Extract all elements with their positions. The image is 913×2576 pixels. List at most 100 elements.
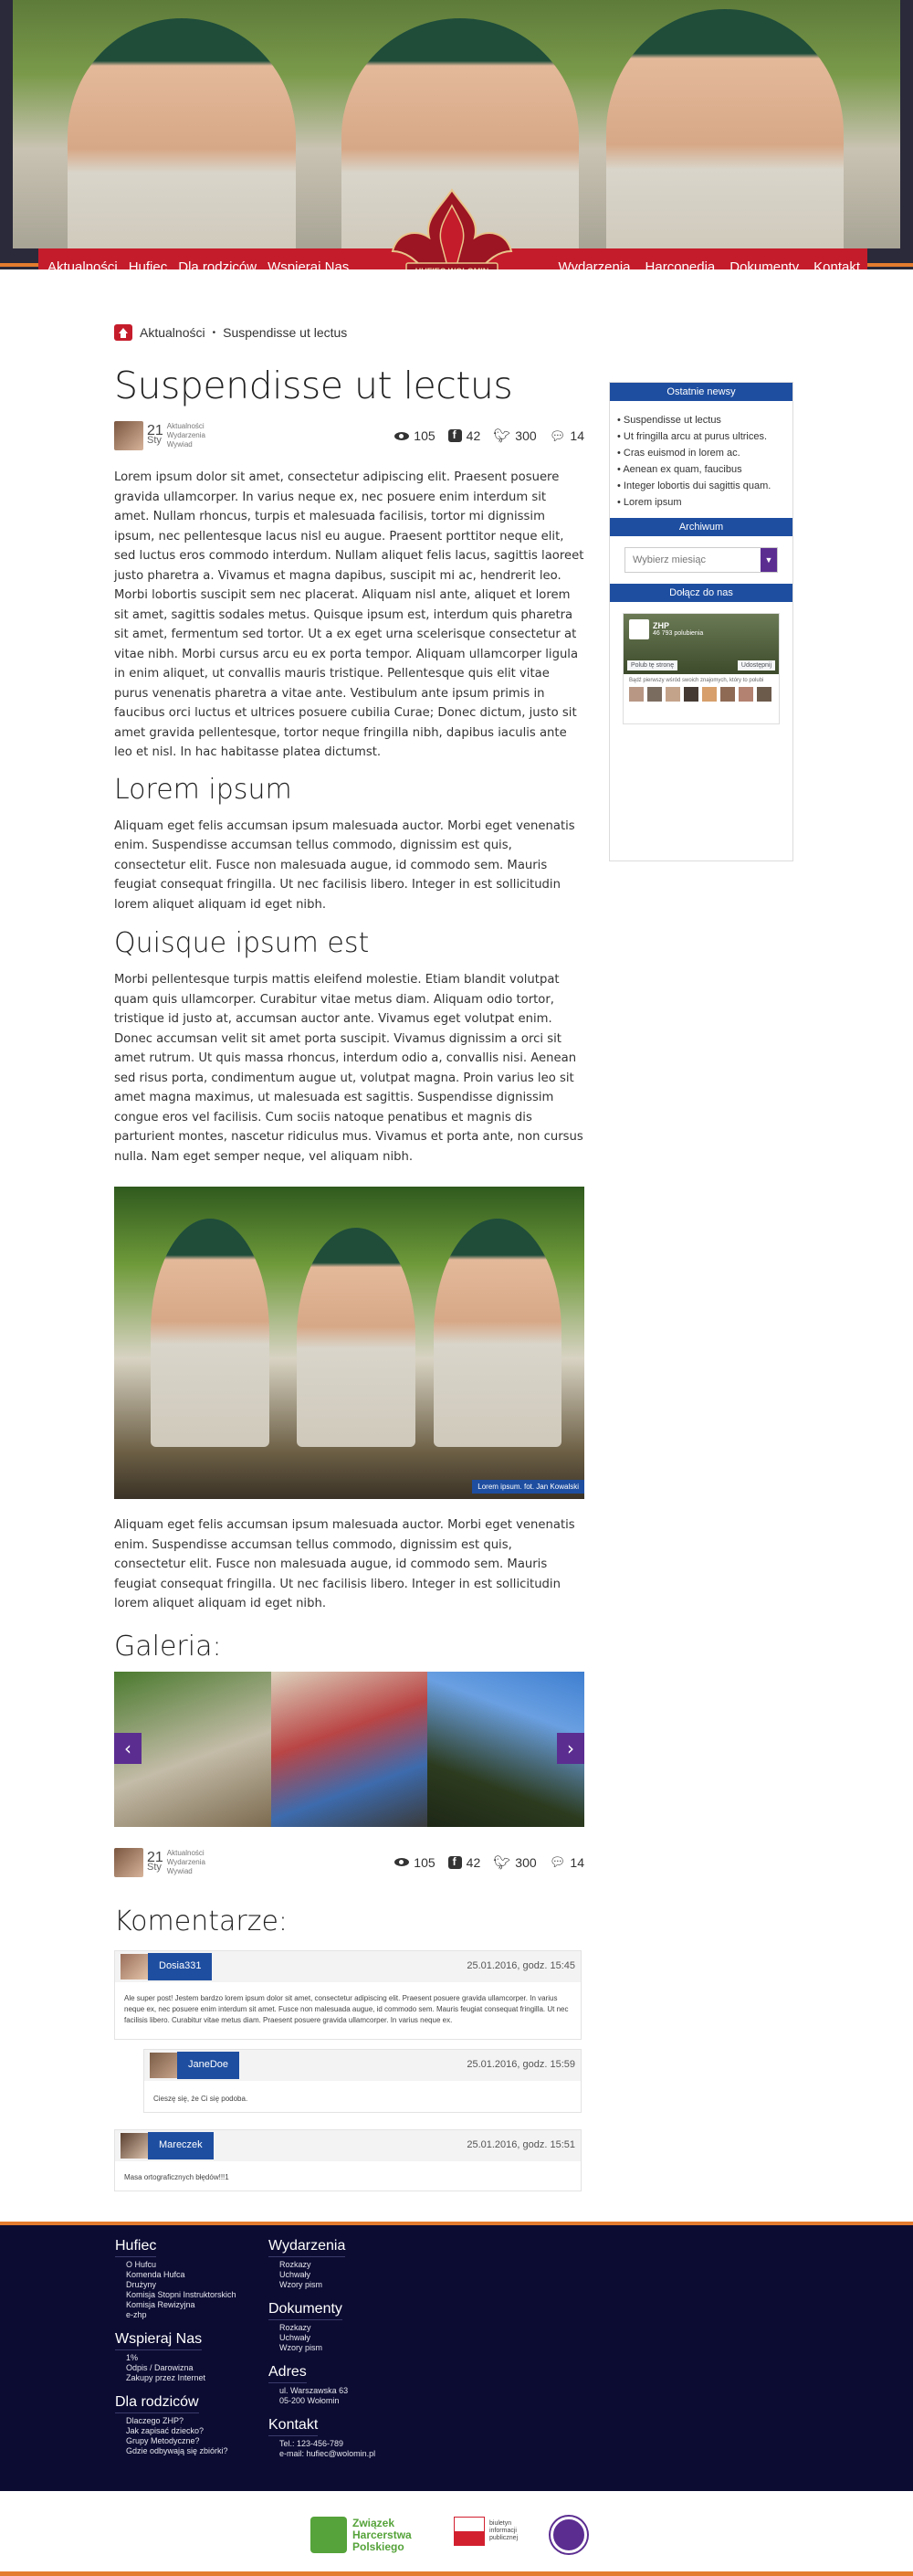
footer-heading: Wspieraj Nas <box>115 2331 203 2350</box>
nav-wspieraj-nas[interactable]: Wspieraj Nas <box>268 259 349 270</box>
category-link[interactable]: Aktualności <box>167 422 205 431</box>
post-stats: 105 42 🐦︎300 💬︎14 <box>394 1854 584 1871</box>
wosm-logo-icon[interactable] <box>551 2517 587 2553</box>
comments-count: 14 <box>570 428 584 443</box>
facebook-share[interactable]: 42 <box>447 428 480 444</box>
bip-logo[interactable]: biuletyn informacji publicznej <box>454 2517 533 2546</box>
avatar <box>666 687 680 702</box>
avatar <box>757 687 771 702</box>
bottom-orange-line <box>0 2571 913 2576</box>
footer-heading: Hufiec <box>115 2238 157 2257</box>
fb-share-button[interactable]: Udostępnij <box>737 660 775 670</box>
footer-link[interactable]: 1% <box>115 2353 236 2363</box>
gallery-next-arrow-icon[interactable]: › <box>557 1732 584 1764</box>
news-link[interactable]: • Cras euismod in lorem ac. <box>617 445 785 461</box>
footer-column-2: Wydarzenia Rozkazy Uchwały Wzory pism Do… <box>268 2238 375 2470</box>
footer-link[interactable]: Drużyny <box>115 2280 236 2290</box>
footer-link[interactable]: Komenda Hufca <box>115 2270 236 2280</box>
footer-link[interactable]: e-zhp <box>115 2310 236 2320</box>
author-avatar <box>114 421 143 450</box>
zhp-logo[interactable]: Związek Harcerstwa Polskiego <box>310 2517 412 2553</box>
footer-link[interactable]: Rozkazy <box>268 2323 375 2333</box>
comment: Mareczek 25.01.2016, godz. 15:51 Masa or… <box>114 2128 582 2191</box>
comment: Dosia331 25.01.2016, godz. 15:45 Ale sup… <box>114 1949 582 2040</box>
nav-harcopedia[interactable]: Harcopedia <box>645 259 716 270</box>
category-link[interactable]: Wydarzenia <box>167 1858 205 1867</box>
bip-flag-icon <box>454 2517 485 2546</box>
category-link[interactable]: Aktualności <box>167 1849 205 1858</box>
footer-link[interactable]: Odpis / Darowizna <box>115 2363 236 2373</box>
breadcrumb-aktualnosci[interactable]: Aktualności <box>140 325 205 340</box>
footer-link[interactable]: Jak zapisać dziecko? <box>115 2426 236 2436</box>
nav-aktualnosci[interactable]: Aktualności <box>47 259 118 270</box>
news-link[interactable]: • Lorem ipsum <box>617 494 785 511</box>
footer-phone[interactable]: Tel.: 123-456-789 <box>268 2439 375 2449</box>
avatar <box>739 687 753 702</box>
avatar <box>702 687 717 702</box>
comment-author[interactable]: JaneDoe <box>177 2051 240 2079</box>
footer-link[interactable]: Gdzie odbywają się zbiórki? <box>115 2446 236 2456</box>
twitter-share[interactable]: 🐦︎ 300 <box>493 1854 536 1871</box>
fb-friends-text: Bądź pierwszy wśród swoich znajomych, kt… <box>629 678 764 683</box>
comments-title: Komentarze: <box>114 1905 289 1937</box>
comment-author[interactable]: Dosia331 <box>148 1952 213 1980</box>
avatar <box>121 1953 148 1980</box>
category-link[interactable]: Wywiad <box>167 1867 205 1876</box>
facebook-share[interactable]: 42 <box>447 1854 480 1871</box>
article-image[interactable]: Lorem ipsum. fot. Jan Kowalski <box>114 1187 584 1499</box>
archive-month-select[interactable]: Wybierz miesiąc ▼ <box>624 547 778 573</box>
footer-heading: Dokumenty <box>268 2301 342 2320</box>
comments-stat[interactable]: 💬︎ 14 <box>550 1854 584 1871</box>
footer-link[interactable]: Grupy Metodyczne? <box>115 2436 236 2446</box>
post-date: 21 Sty <box>147 1850 163 1873</box>
facebook-cover: ZHP 46 793 polubienia Polub tę stronę Udo… <box>624 614 779 674</box>
category-link[interactable]: Wywiad <box>167 440 205 449</box>
comment-text: Cieszę się, że Ci się podoba. <box>153 2094 248 2103</box>
news-link[interactable]: • Aenean ex quam, faucibus <box>617 461 785 478</box>
comments-stat[interactable]: 💬︎ 14 <box>550 428 584 444</box>
category-link[interactable]: Wydarzenia <box>167 431 205 440</box>
footer-link[interactable]: Dlaczego ZHP? <box>115 2416 236 2426</box>
footer-link[interactable]: Wzory pism <box>268 2280 375 2290</box>
footer-link[interactable]: Zakupy przez Internet <box>115 2373 236 2383</box>
footer-link[interactable]: Komisja Rewizyjna <box>115 2300 236 2310</box>
footer-link[interactable]: Rozkazy <box>268 2260 375 2270</box>
nav-wydarzenia[interactable]: Wydarzenia <box>558 259 630 270</box>
bip-logo-text: biuletyn informacji publicznej <box>489 2520 519 2541</box>
eye-icon <box>394 431 410 440</box>
twitter-share[interactable]: 🐦︎ 300 <box>493 428 536 444</box>
views-count: 105 <box>414 428 436 443</box>
zhp-logo-icon <box>629 619 649 639</box>
nav-kontakt[interactable]: Kontakt <box>813 259 860 270</box>
footer-link[interactable]: Wzory pism <box>268 2343 375 2353</box>
footer-link[interactable]: O Hufcu <box>115 2260 236 2270</box>
news-link[interactable]: • Suspendisse ut lectus <box>617 412 785 428</box>
news-link[interactable]: • Integer lobortis dui sagittis quam. <box>617 478 785 494</box>
news-link[interactable]: • Ut fringilla arcu at purus ultrices. <box>617 428 785 445</box>
comment-header: JaneDoe 25.01.2016, godz. 15:59 <box>144 2049 581 2081</box>
post-month: Sty <box>147 435 162 446</box>
home-icon[interactable] <box>114 324 132 341</box>
nav-dokumenty[interactable]: Dokumenty <box>729 259 799 270</box>
footer-heading: Kontakt <box>268 2417 319 2436</box>
fb-like-button[interactable]: Polub tę stronę <box>627 660 678 670</box>
nav-dla-rodzicow[interactable]: Dla rodziców <box>178 259 257 270</box>
footer-link[interactable]: Uchwały <box>268 2270 375 2280</box>
post-stats: 105 42 🐦︎300 💬︎14 <box>394 428 584 444</box>
comment-author[interactable]: Mareczek <box>148 2131 214 2159</box>
gallery-prev-arrow-icon[interactable]: ‹ <box>114 1732 142 1764</box>
footer-link[interactable]: Uchwały <box>268 2333 375 2343</box>
comment-time: 25.01.2016, godz. 15:45 <box>467 1959 575 1971</box>
post-categories: Aktualności Wydarzenia Wywiad <box>167 422 205 449</box>
footer-email[interactable]: e-mail: hufiec@wolomin.pl <box>268 2449 375 2459</box>
footer-link[interactable]: Komisja Stopni Instruktorskich <box>115 2290 236 2300</box>
comment-time: 25.01.2016, godz. 15:59 <box>467 2058 575 2070</box>
sidebar-news-title: Ostatnie newsy <box>610 383 792 401</box>
twitter-count: 300 <box>515 428 537 443</box>
article-paragraph: Lorem ipsum dolor sit amet, consectetur … <box>114 470 584 759</box>
hufiec-crest-logo[interactable]: HUFIEC WOŁOMIN <box>379 183 525 269</box>
nav-hufiec[interactable]: Hufiec <box>129 259 168 270</box>
gallery-image[interactable] <box>270 1671 428 1827</box>
twitter-icon: 🐦︎ <box>493 1854 511 1871</box>
gallery-title: Galeria: <box>114 1630 222 1663</box>
